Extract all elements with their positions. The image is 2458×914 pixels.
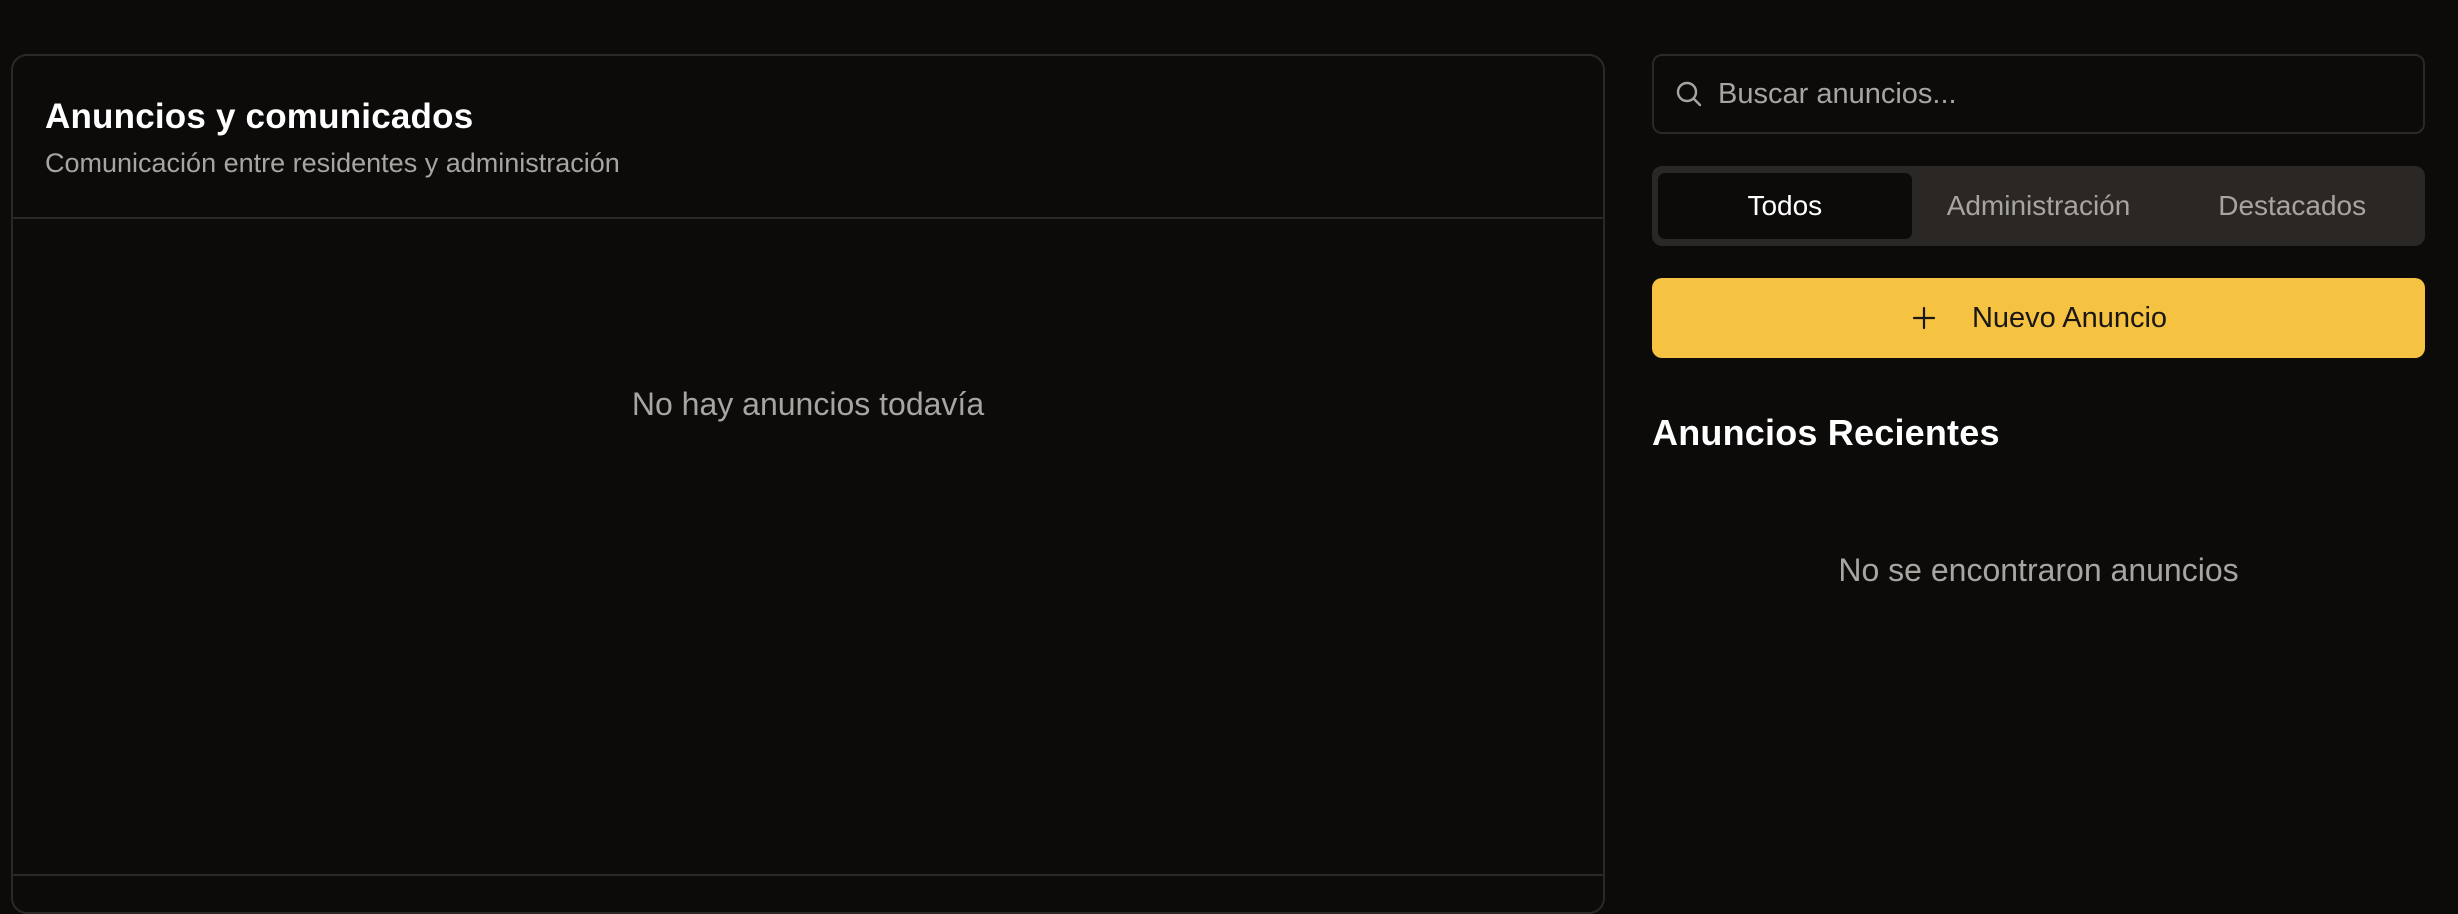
card-header: Anuncios y comunicados Comunicación entr… xyxy=(13,56,1603,219)
sidebar: Todos Administración Destacados Nuevo An… xyxy=(1652,54,2425,589)
plus-icon xyxy=(1910,304,1938,332)
search-box[interactable] xyxy=(1652,54,2425,134)
tab-todos[interactable]: Todos xyxy=(1658,173,1912,239)
tab-destacados[interactable]: Destacados xyxy=(2165,173,2419,239)
search-icon xyxy=(1674,79,1704,109)
empty-announcements-message: No hay anuncios todavía xyxy=(631,386,985,422)
page-subtitle: Comunicación entre residentes y administ… xyxy=(45,147,620,178)
tab-administracion[interactable]: Administración xyxy=(1912,173,2166,239)
empty-recent-message: No se encontraron anuncios xyxy=(1838,552,2239,588)
announcements-card: Anuncios y comunicados Comunicación entr… xyxy=(11,54,1605,914)
filter-tabs: Todos Administración Destacados xyxy=(1652,166,2425,246)
new-announcement-label: Nuevo Anuncio xyxy=(1971,301,2168,334)
page-title: Anuncios y comunicados xyxy=(45,97,474,136)
search-input[interactable] xyxy=(1716,56,2423,132)
new-announcement-button[interactable]: Nuevo Anuncio xyxy=(1652,278,2425,358)
card-divider xyxy=(13,874,1603,876)
recent-announcements-title: Anuncios Recientes xyxy=(1652,412,2000,453)
